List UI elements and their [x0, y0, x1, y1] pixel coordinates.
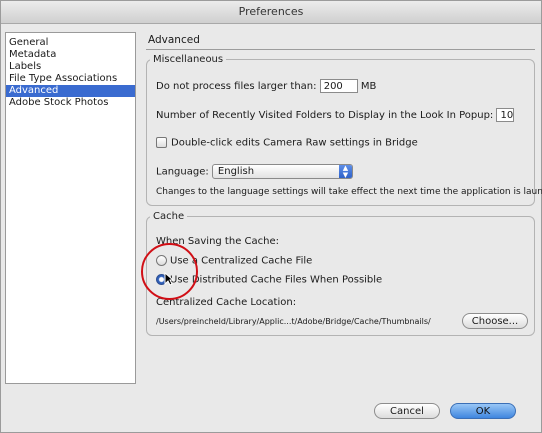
language-label: Language:: [156, 166, 209, 178]
sidebar-item-file-type-associations[interactable]: File Type Associations: [6, 73, 135, 85]
choose-button[interactable]: Choose...: [462, 313, 528, 329]
chevron-up-down-icon: ▲ ▼: [338, 165, 352, 178]
sidebar-item-metadata[interactable]: Metadata: [6, 49, 135, 61]
max-file-size-label: Do not process files larger than:: [156, 81, 317, 92]
language-note: Changes to the language settings will ta…: [156, 187, 542, 197]
double-click-label: Double-click edits Camera Raw settings i…: [171, 137, 418, 149]
miscellaneous-group: Miscellaneous: [146, 54, 535, 206]
recent-folders-input[interactable]: 10: [496, 108, 515, 122]
sidebar-item-general[interactable]: General: [6, 37, 135, 49]
recent-folders-row: Number of Recently Visited Folders to Di…: [156, 108, 515, 122]
window-title: Preferences: [1, 1, 541, 24]
double-click-row[interactable]: Double-click edits Camera Raw settings i…: [156, 137, 418, 149]
language-select-value: English: [217, 166, 255, 177]
miscellaneous-legend: Miscellaneous: [153, 54, 224, 65]
double-click-checkbox[interactable]: [156, 137, 167, 148]
sidebar-item-adobe-stock-photos[interactable]: Adobe Stock Photos: [6, 97, 135, 109]
recent-folders-label: Number of Recently Visited Folders to Di…: [156, 110, 494, 121]
distributed-cache-label: Use Distributed Cache Files When Possibl…: [170, 274, 383, 286]
section-title: Advanced: [148, 34, 200, 46]
max-file-size-unit: MB: [360, 81, 377, 92]
cache-legend: Cache: [153, 211, 185, 222]
preferences-sidebar: General Metadata Labels File Type Associ…: [5, 32, 136, 384]
sidebar-item-advanced[interactable]: Advanced: [6, 85, 135, 97]
section-divider: [146, 49, 535, 50]
mouse-cursor-icon: [164, 272, 174, 286]
language-row: Language: English ▲ ▼: [156, 164, 353, 179]
cancel-button[interactable]: Cancel: [374, 403, 440, 419]
ok-button[interactable]: OK: [450, 403, 516, 419]
language-select[interactable]: English ▲ ▼: [211, 164, 353, 179]
max-file-size-input[interactable]: 200: [319, 79, 358, 93]
max-file-size-row: Do not process files larger than: 200 MB: [156, 79, 376, 93]
preferences-window: Preferences General Metadata Labels File…: [0, 0, 542, 433]
sidebar-item-labels[interactable]: Labels: [6, 61, 135, 73]
cache-location-path: /Users/preincheld/Library/Applic...t/Ado…: [156, 317, 431, 326]
